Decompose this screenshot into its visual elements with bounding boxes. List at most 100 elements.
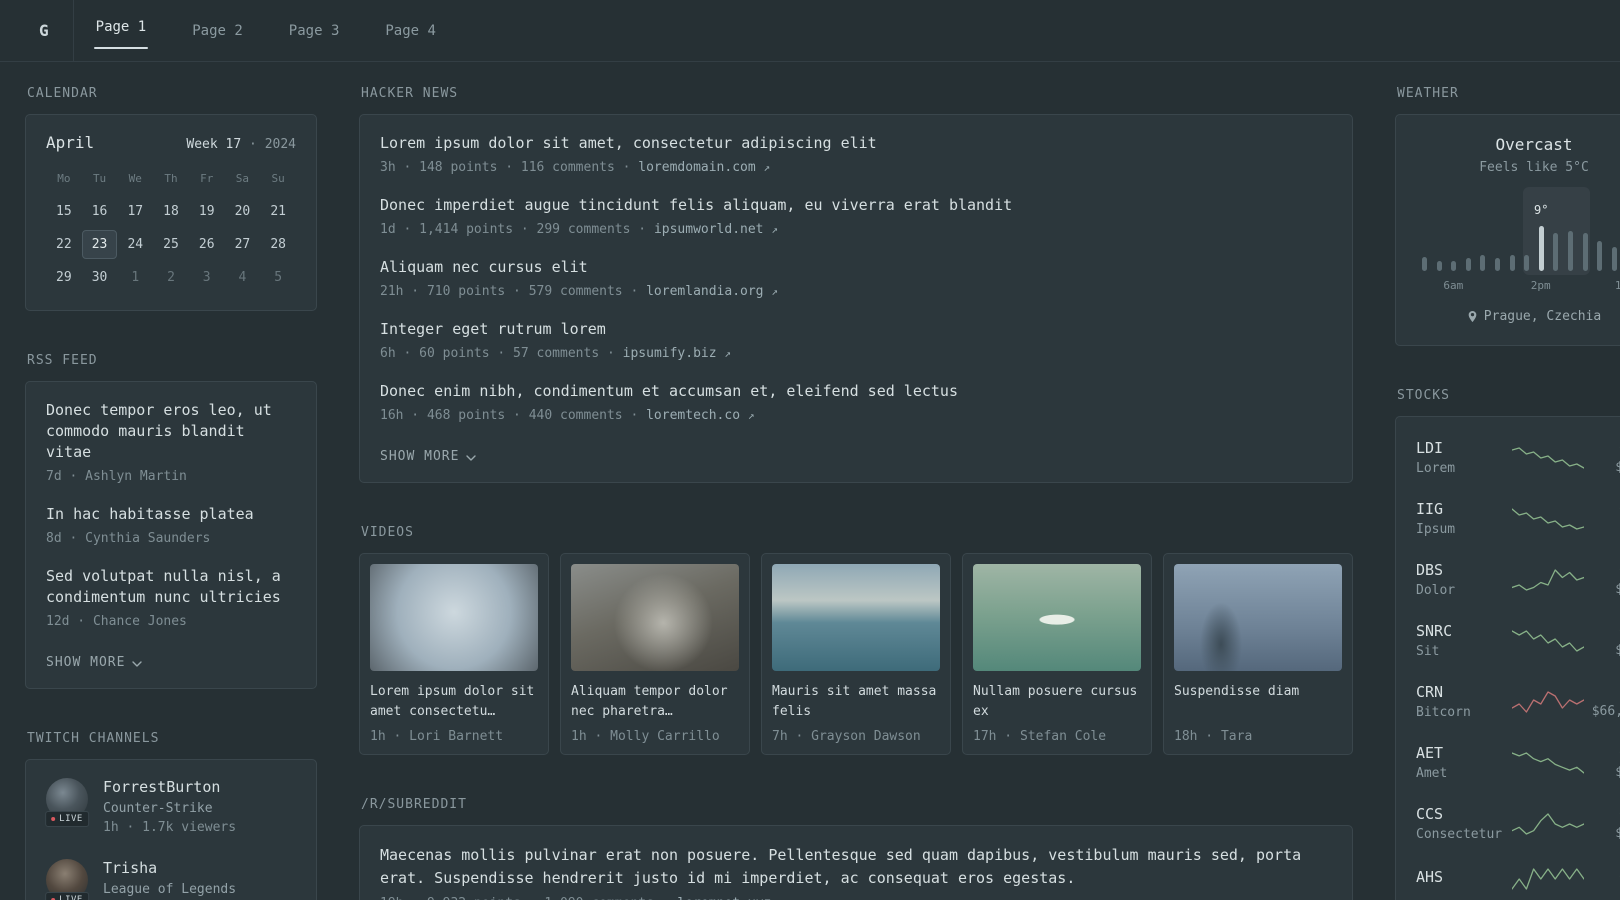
- calendar-section: CALENDAR April Week 17 · 2024 Mo Tu We T…: [25, 86, 317, 311]
- video-title[interactable]: Nullam posuere cursus ex: [973, 682, 1141, 723]
- stock-row[interactable]: CRN Bitcorn -1.00% $66,171.48: [1416, 671, 1620, 732]
- stock-symbol: CCS: [1416, 805, 1444, 823]
- tab-page-2[interactable]: Page 2: [192, 0, 243, 61]
- stock-change: +0.92%: [1584, 745, 1620, 761]
- hn-item-domain-link[interactable]: loremtech.co ↗: [646, 408, 754, 423]
- stock-price: $795.18: [1615, 460, 1620, 475]
- reddit-post-domain-link[interactable]: loremnet.xyz ↗: [677, 896, 785, 900]
- video-thumbnail[interactable]: [772, 564, 940, 671]
- map-pin-icon: [1468, 311, 1477, 322]
- calendar-day-next-month: 1: [131, 270, 140, 285]
- tab-page-4[interactable]: Page 4: [385, 0, 436, 61]
- calendar-day: 19: [198, 204, 215, 219]
- rss-item-meta: 7d · Ashlyn Martin: [46, 469, 187, 484]
- stock-row[interactable]: AHS +0.46%: [1416, 854, 1620, 900]
- weekday-label: Su: [271, 172, 285, 185]
- hn-item: Donec enim nibh, condimentum et accumsan…: [380, 381, 1332, 425]
- channel-name[interactable]: ForrestBurton: [103, 778, 236, 796]
- stock-sparkline: [1512, 689, 1584, 715]
- stocks-section: STOCKS LDI Lorem +4.35% $795.18 IIG Ipsum +…: [1395, 388, 1620, 900]
- calendar-day: 30: [91, 270, 108, 285]
- rss-widget: Donec tempor eros leo, ut commodo mauris…: [25, 381, 317, 689]
- calendar-day-next-month: 2: [167, 270, 175, 285]
- video-title[interactable]: Mauris sit amet massa felis: [772, 682, 940, 723]
- subreddit-section-title: /R/SUBREDDIT: [361, 797, 467, 812]
- hn-item-domain-link[interactable]: loremlandia.org ↗: [646, 284, 778, 299]
- video-meta: 7h · Grayson Dawson: [772, 729, 921, 744]
- videos-section-title: VIDEOS: [361, 525, 414, 540]
- rss-item-title[interactable]: Sed volutpat nulla nisl, a condimentum n…: [46, 566, 296, 608]
- stock-row[interactable]: AET Amet +0.92% $499.72: [1416, 732, 1620, 793]
- rss-item: Donec tempor eros leo, ut commodo mauris…: [46, 400, 296, 486]
- stock-row[interactable]: CCS Consectetur +0.51% $165.84: [1416, 793, 1620, 854]
- page-tabs: Page 1 Page 2 Page 3 Page 4: [93, 0, 482, 61]
- channel-game[interactable]: League of Legends: [103, 882, 236, 897]
- video-card[interactable]: Lorem ipsum dolor sit amet consectetu… 1…: [359, 553, 549, 755]
- channel-name[interactable]: Trisha: [103, 859, 236, 877]
- video-card[interactable]: Aliquam tempor dolor nec pharetra… 1h · …: [560, 553, 750, 755]
- stock-row[interactable]: DBS Dolor +1.42% $156.28: [1416, 549, 1620, 610]
- video-title[interactable]: Suspendisse diam: [1174, 682, 1342, 723]
- stock-name: Lorem: [1416, 461, 1456, 476]
- weekday-label: Mo: [57, 172, 71, 185]
- stock-row[interactable]: SNRC Sit +1.36% $148.64: [1416, 610, 1620, 671]
- weather-hourly-chart: 9°: [1422, 187, 1620, 275]
- external-link-icon: ↗: [771, 223, 778, 236]
- video-thumbnail[interactable]: [973, 564, 1141, 671]
- hn-item-title[interactable]: Integer eget rutrum lorem: [380, 319, 1332, 340]
- time-label: 10pm: [1614, 279, 1620, 292]
- rss-item-meta: 8d · Cynthia Saunders: [46, 531, 211, 546]
- hn-item-meta: 21h · 710 points · 579 comments · loreml…: [380, 284, 778, 299]
- rss-show-more-button[interactable]: SHOW MORE: [46, 655, 143, 670]
- video-card[interactable]: Suspendisse diam 18h · Tara: [1163, 553, 1353, 755]
- calendar-header: April Week 17 · 2024: [46, 133, 296, 152]
- channel-game[interactable]: Counter-Strike: [103, 801, 236, 816]
- weather-bars: 9°: [1422, 203, 1620, 271]
- hackernews-widget: Lorem ipsum dolor sit amet, consectetur …: [359, 114, 1353, 483]
- rss-item-title[interactable]: In hac habitasse platea: [46, 504, 296, 525]
- weekday-label: Tu: [92, 172, 107, 185]
- stock-price: $499.72: [1615, 765, 1620, 780]
- stock-symbol: SNRC: [1416, 622, 1453, 640]
- video-card[interactable]: Nullam posuere cursus ex 17h · Stefan Co…: [962, 553, 1152, 755]
- hn-item-title[interactable]: Donec enim nibh, condimentum et accumsan…: [380, 381, 1332, 402]
- video-thumbnail[interactable]: [370, 564, 538, 671]
- stock-sparkline: [1512, 750, 1584, 776]
- rss-item-title[interactable]: Donec tempor eros leo, ut commodo mauris…: [46, 400, 296, 463]
- video-title[interactable]: Aliquam tempor dolor nec pharetra…: [571, 682, 739, 723]
- video-thumbnail[interactable]: [571, 564, 739, 671]
- hn-item-title[interactable]: Donec imperdiet augue tincidunt felis al…: [380, 195, 1332, 216]
- app-logo[interactable]: G: [25, 0, 74, 61]
- tab-page-1[interactable]: Page 1: [93, 0, 148, 61]
- twitch-channel[interactable]: LIVE Trisha League of Legends 3h · 1.2k …: [45, 859, 296, 900]
- stock-sparkline: [1512, 628, 1584, 654]
- hn-item-title[interactable]: Lorem ipsum dolor sit amet, consectetur …: [380, 133, 1332, 154]
- hackernews-show-more-button[interactable]: SHOW MORE: [380, 449, 477, 464]
- hn-item-domain-link[interactable]: ipsumify.biz ↗: [623, 346, 731, 361]
- weekday-label: We: [128, 172, 142, 185]
- stock-row[interactable]: LDI Lorem +4.35% $795.18: [1416, 427, 1620, 488]
- stock-price: $148.64: [1615, 643, 1620, 658]
- weekday-label: Th: [164, 172, 178, 185]
- weather-section: WEATHER Overcast Feels like 5°C 9° 6am 2…: [1395, 86, 1620, 346]
- calendar-day-selected: 23: [81, 230, 118, 259]
- stock-change: -1.00%: [1584, 684, 1620, 700]
- time-label: 6am: [1443, 279, 1464, 292]
- video-title[interactable]: Lorem ipsum dolor sit amet consectetu…: [370, 682, 538, 723]
- hn-item-meta: 6h · 60 points · 57 comments · ipsumify.…: [380, 346, 732, 361]
- video-thumbnail[interactable]: [1174, 564, 1342, 671]
- external-link-icon: ↗: [747, 409, 755, 422]
- tab-page-3[interactable]: Page 3: [289, 0, 340, 61]
- stock-row[interactable]: IIG Ipsum +2.84% $42.04: [1416, 488, 1620, 549]
- hn-item-domain-link[interactable]: ipsumworld.net ↗: [654, 222, 778, 237]
- hn-item-domain-link[interactable]: loremdomain.com ↗: [638, 160, 770, 175]
- video-card[interactable]: Mauris sit amet massa felis 7h · Grayson…: [761, 553, 951, 755]
- hn-item-title[interactable]: Aliquam nec cursus elit: [380, 257, 1332, 278]
- external-link-icon: ↗: [724, 347, 732, 360]
- stock-sparkline: [1512, 506, 1584, 532]
- calendar-day: 16: [91, 204, 108, 219]
- twitch-channel[interactable]: LIVE ForrestBurton Counter-Strike 1h · 1…: [45, 778, 296, 835]
- twitch-widget: LIVE ForrestBurton Counter-Strike 1h · 1…: [25, 759, 317, 900]
- video-meta: 18h · Tara: [1174, 729, 1253, 744]
- reddit-post-title[interactable]: Maecenas mollis pulvinar erat non posuer…: [380, 844, 1332, 890]
